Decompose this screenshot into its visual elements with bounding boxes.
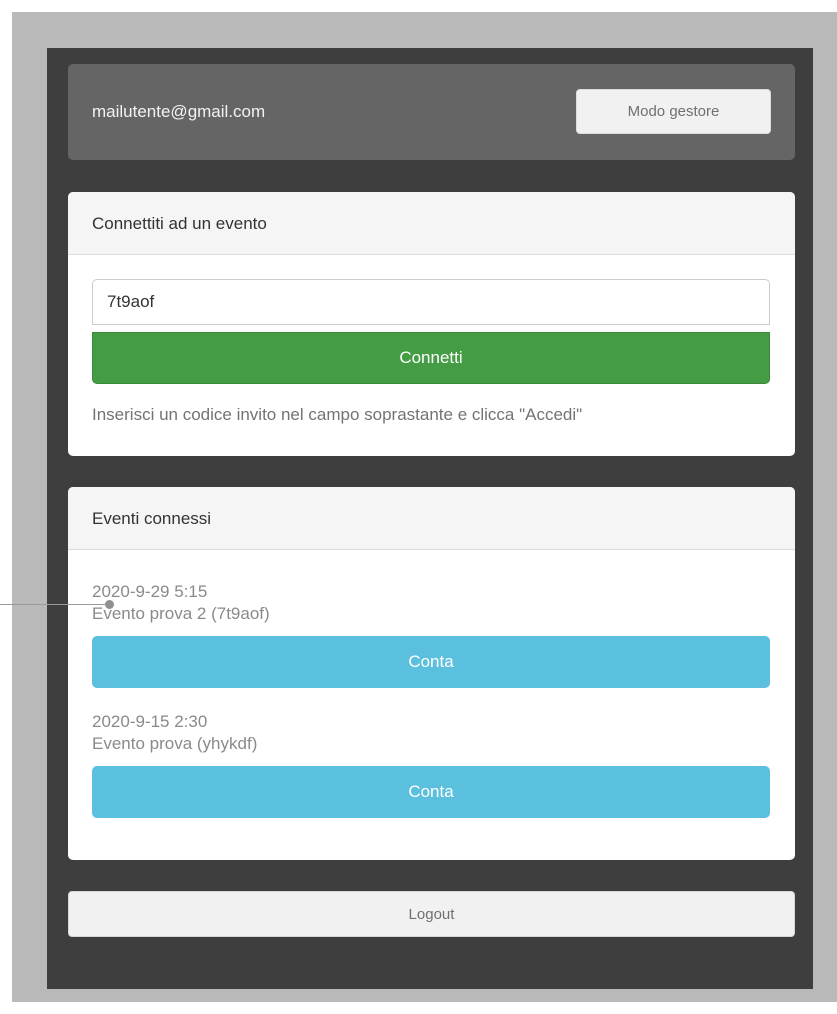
count-button[interactable]: Conta (92, 766, 770, 818)
event-date: 2020-9-29 5:15 (92, 582, 208, 601)
event-name: Evento prova 2 (7t9aof) (92, 604, 270, 623)
user-header: mailutente@gmail.com Modo gestore (68, 64, 795, 160)
callout-dot (105, 600, 114, 609)
connect-button[interactable]: Connetti (92, 332, 770, 384)
connect-event-panel: Connettiti ad un evento Connetti Inseris… (68, 192, 795, 456)
events-panel-title: Eventi connessi (68, 487, 795, 550)
connected-events-panel: Eventi connessi 2020-9-29 5:15 Evento pr… (68, 487, 795, 860)
invite-help-text: Inserisci un codice invito nel campo sop… (92, 405, 583, 424)
count-button[interactable]: Conta (92, 636, 770, 688)
invite-code-input[interactable] (92, 279, 770, 325)
event-item: 2020-9-29 5:15 Evento prova 2 (7t9aof) C… (92, 582, 770, 688)
logout-button[interactable]: Logout (68, 891, 795, 937)
event-date: 2020-9-15 2:30 (92, 712, 208, 731)
event-item: 2020-9-15 2:30 Evento prova (yhykdf) Con… (92, 712, 770, 818)
connect-panel-title: Connettiti ad un evento (68, 192, 795, 255)
user-email: mailutente@gmail.com (92, 102, 266, 121)
callout-line (0, 604, 108, 605)
event-name: Evento prova (yhykdf) (92, 734, 258, 753)
manager-mode-button[interactable]: Modo gestore (576, 89, 771, 134)
